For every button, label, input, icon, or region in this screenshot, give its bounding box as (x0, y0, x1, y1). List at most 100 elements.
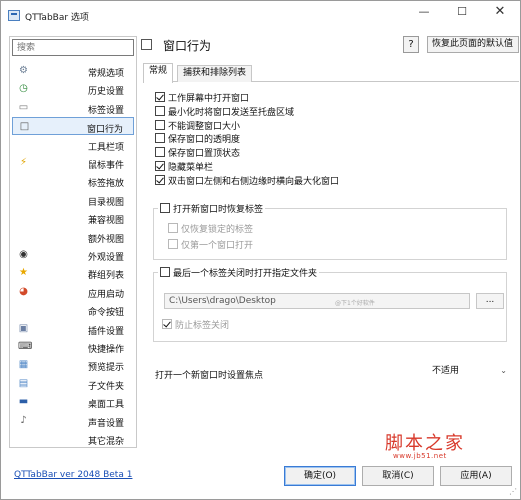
options-window: QTTabBar 选项 — ☐ ✕ ⚙ 常规选项 ◷ 历史设置 ▭ 标签设置 □ 窗口行为工具… (0, 0, 521, 500)
sidebar-item-label: 额外视图 (87, 234, 124, 245)
prevent-close-option[interactable]: 防止标签关闭 (162, 319, 229, 332)
folder-path-input[interactable]: C:\Users\drago\Desktop @下1个好软件 (164, 293, 470, 309)
restore-defaults-button[interactable]: 恢复此页面的默认值 (427, 36, 519, 53)
checkbox[interactable] (168, 223, 178, 233)
search-input[interactable] (12, 39, 134, 56)
sidebar-item[interactable]: ◕ 应用启动 (12, 283, 134, 301)
checkbox[interactable] (155, 92, 165, 102)
checkbox[interactable] (160, 203, 170, 213)
chevron-down-icon: ⌄ (500, 366, 507, 375)
checkbox[interactable] (160, 267, 170, 277)
sidebar-item[interactable]: ▦ 预览提示 (12, 356, 134, 374)
sidebar-item[interactable]: ⚙ 常规选项 (12, 62, 134, 80)
apply-button[interactable]: 应用(A) (440, 466, 512, 486)
sidebar-item-label: 目录视图 (87, 197, 124, 208)
option-label: 最小化时将窗口发送至托盘区域 (168, 107, 295, 118)
sidebar-item[interactable]: ▤ 子文件夹 (12, 375, 134, 393)
sidebar-item[interactable]: ♪ 声音设置 (12, 412, 134, 430)
sound-icon: ♪ (20, 414, 27, 426)
open-folder-option[interactable]: 最后一个标签关闭时打开指定文件夹 (158, 266, 320, 279)
misc-icon (18, 433, 29, 444)
resize-grip[interactable]: ⋰ (509, 487, 517, 496)
checkbox[interactable] (168, 239, 178, 249)
restore-tabs-option[interactable]: 打开新窗口时恢复标签 (158, 202, 266, 215)
sidebar-item[interactable]: 标签拖放 (12, 172, 134, 190)
ok-button[interactable]: 确定(O) (284, 466, 356, 486)
sidebar-item-label: 标签拖放 (87, 179, 124, 190)
page-title: 窗口行为 (163, 39, 212, 53)
content-pane: 窗口行为 ? 恢复此页面的默认值 常规 捕获和排除列表 工作屏幕中打开窗口最小化… (141, 31, 519, 459)
browse-button[interactable]: ... (476, 293, 504, 309)
checkbox[interactable] (162, 319, 172, 329)
sidebar-item[interactable]: ▭ 标签设置 (12, 99, 134, 117)
sidebar-item-label: 外观设置 (87, 253, 124, 263)
maximize-button[interactable]: ☐ (447, 1, 477, 25)
close-button[interactable]: ✕ (485, 1, 515, 25)
option-item[interactable]: 最小化时将窗口发送至托盘区域 (155, 105, 295, 119)
general-panel: 工作屏幕中打开窗口最小化时将窗口发送至托盘区域 不能调整窗口大小保存窗口的透明度保… (143, 82, 519, 460)
path-hint: @下1个好软件 (335, 300, 375, 307)
minimize-button[interactable]: — (409, 1, 439, 25)
option-item[interactable]: 保存窗口的透明度 (155, 133, 240, 146)
option-item[interactable]: 隐藏菜单栏 (155, 161, 213, 174)
sidebar-item[interactable]: 兼容视图 (12, 209, 134, 227)
sidebar-item[interactable]: ▬ 桌面工具 (12, 393, 134, 411)
drag-icon (18, 175, 29, 186)
sidebar-item[interactable]: 额外视图 (12, 228, 134, 246)
watermark-url: www.jb51.net (393, 452, 447, 460)
tab-icon: ▭ (18, 101, 29, 113)
checkbox[interactable] (155, 119, 165, 130)
tab-general[interactable]: 常规 (143, 63, 174, 83)
compat-view-icon (18, 212, 29, 223)
window-title: QTTabBar 选项 (25, 13, 89, 23)
restore-tabs-label: 打开新窗口时恢复标签 (173, 205, 264, 215)
option-item[interactable]: 保存窗口置顶状态 (155, 147, 240, 160)
sidebar-item[interactable]: ◉ 外观设置 (12, 246, 134, 264)
checkbox[interactable] (155, 147, 165, 158)
sidebar-item-label: 鼠标事件 (87, 161, 124, 171)
desktop-icon: ▬ (18, 396, 29, 408)
preview-icon: ▦ (18, 359, 29, 371)
app-icon (8, 10, 20, 21)
folder-path-value: C:\Users\drago\Desktop (169, 296, 276, 306)
sidebar-item[interactable]: 命令按钮 (12, 301, 134, 319)
locked-tabs-option[interactable]: 仅恢复锁定的标签 (168, 223, 253, 236)
open-folder-label: 最后一个标签关闭时打开指定文件夹 (173, 269, 318, 279)
checkbox[interactable] (155, 161, 165, 171)
sidebar-item[interactable]: 工具栏项 (12, 136, 134, 154)
checkbox[interactable] (155, 174, 165, 185)
sidebar-item[interactable]: 目录视图 (12, 191, 134, 209)
sidebar-item-label: 窗口行为 (86, 125, 123, 136)
focus-label: 打开一个新窗口时设置焦点 (155, 371, 264, 381)
first-window-option[interactable]: 仅第一个窗口打开 (168, 239, 253, 252)
sidebar-item[interactable]: ⚡ 鼠标事件 (12, 154, 134, 172)
focus-select[interactable]: 不适用 ⌄ (429, 364, 509, 380)
sidebar-item[interactable]: ◷ 历史设置 (12, 80, 134, 98)
sidebar-item[interactable]: □ 窗口行为 (12, 117, 134, 136)
sidebar-item[interactable]: 其它混杂 (12, 430, 134, 448)
option-item[interactable]: 工作屏幕中打开窗口 (155, 92, 249, 105)
checkbox[interactable] (155, 133, 165, 144)
sidebar-item[interactable]: ★ 群组列表 (12, 264, 134, 282)
tab-capture-exclude[interactable]: 捕获和排除列表 (177, 65, 253, 82)
sidebar-item-label: 兼容视图 (87, 216, 124, 227)
prevent-close-label: 防止标签关闭 (175, 321, 230, 331)
gear-icon: ⚙ (19, 65, 28, 76)
sidebar-item[interactable]: ▣ 插件设置 (12, 320, 134, 338)
option-item[interactable]: 双击窗口左侧和右侧边缘时横向最大化窗口 (155, 174, 339, 188)
sidebar-item-label: 应用启动 (87, 289, 124, 300)
locked-tabs-label: 仅恢复锁定的标签 (181, 225, 254, 235)
version-link[interactable]: QTTabBar ver 2048 Beta 1 (14, 470, 132, 480)
page-checkbox[interactable] (141, 39, 152, 50)
checkbox[interactable] (155, 105, 165, 116)
option-item[interactable]: 不能调整窗口大小 (155, 119, 240, 133)
help-button[interactable]: ? (403, 36, 419, 53)
cancel-button[interactable]: 取消(C) (362, 466, 434, 486)
sidebar-item-label: 子文件夹 (87, 381, 124, 392)
first-window-label: 仅第一个窗口打开 (181, 241, 254, 251)
option-label: 保存窗口的透明度 (168, 135, 241, 146)
sidebar-item[interactable]: ⌨ 快捷操作 (12, 338, 134, 356)
focus-select-value: 不适用 (432, 366, 460, 376)
sidebar-item-label: 声音设置 (87, 418, 124, 429)
sidebar-item-label: 命令按钮 (87, 308, 124, 319)
